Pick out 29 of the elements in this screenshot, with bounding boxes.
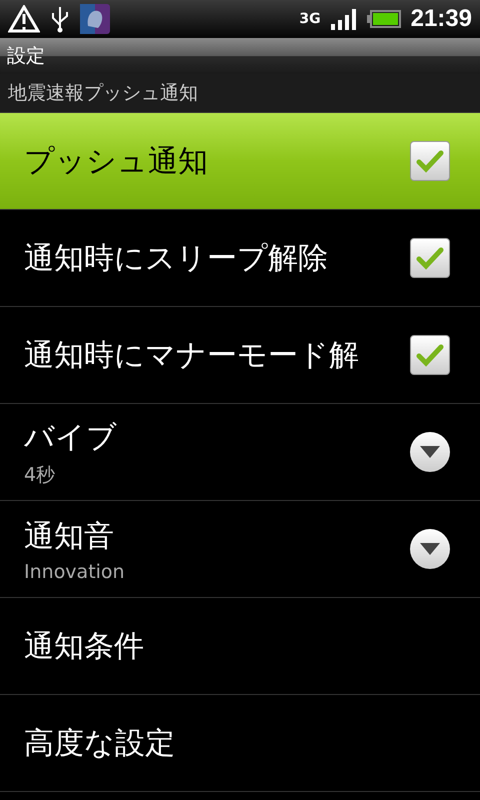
setting-title: 通知時にスリープ解除 [24, 240, 329, 278]
settings-row[interactable]: プッシュ通知 [0, 113, 480, 210]
section-header: 地震速報プッシュ通知 [8, 81, 198, 106]
check-icon [416, 149, 444, 173]
usb-icon [50, 5, 70, 33]
checkbox[interactable] [410, 238, 450, 278]
setting-summary: Innovation [24, 560, 126, 582]
setting-title: バイブ [24, 418, 118, 456]
clock: 21:39 [410, 5, 472, 33]
checkbox[interactable] [410, 335, 450, 375]
check-icon [416, 343, 444, 367]
checkbox[interactable] [410, 141, 450, 181]
dropdown-button[interactable] [410, 432, 450, 472]
app-icon [80, 4, 110, 34]
setting-title: 通知音 [24, 518, 115, 556]
check-icon [416, 246, 444, 270]
network-type: 3G [299, 12, 321, 26]
warning-icon [8, 5, 40, 33]
setting-summary: 4秒 [24, 462, 56, 488]
setting-title: プッシュ通知 [24, 142, 209, 180]
setting-title: 高度な設定 [24, 724, 176, 762]
window-title: 設定 [7, 44, 45, 69]
signal-icon [330, 8, 357, 30]
setting-title: 通知時にマナーモード解 [24, 336, 360, 374]
setting-title: 通知条件 [24, 628, 145, 666]
battery-icon [366, 10, 401, 28]
caret-icon [420, 446, 440, 458]
dropdown-button[interactable] [410, 529, 450, 569]
caret-icon [420, 543, 440, 555]
